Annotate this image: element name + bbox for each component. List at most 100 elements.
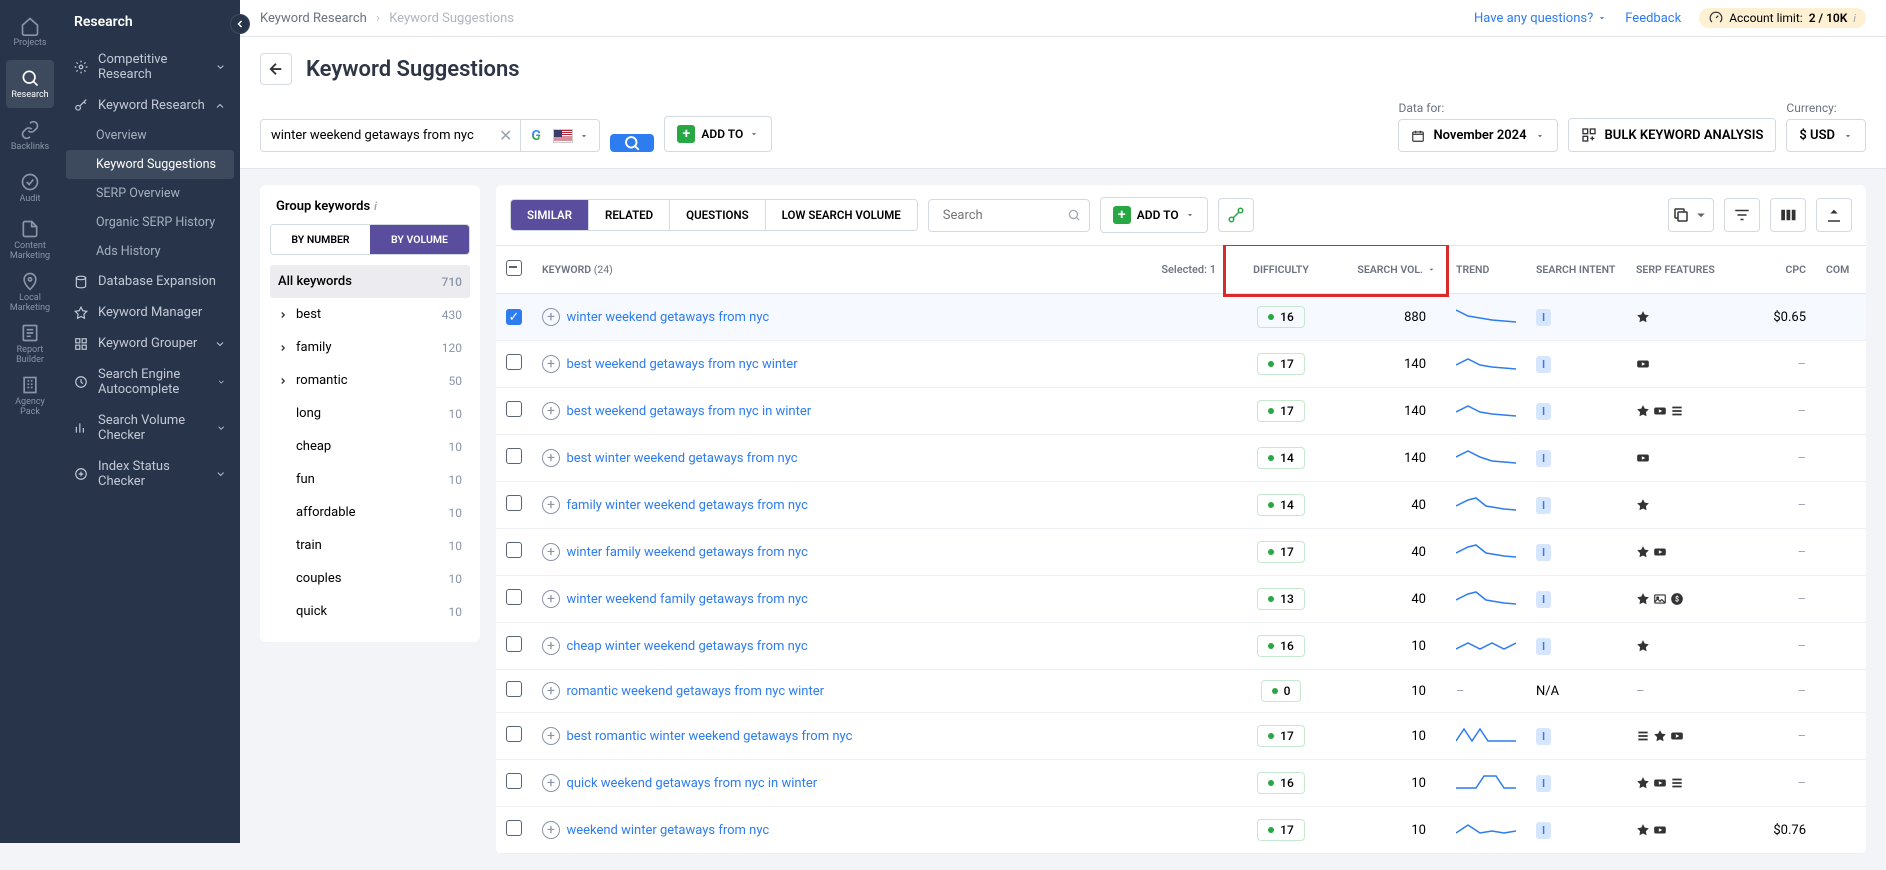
tab-low-search-volume[interactable]: LOW SEARCH VOLUME <box>766 200 917 230</box>
expand-row-button[interactable]: + <box>542 355 560 373</box>
keyword-link[interactable]: winter weekend family getaways from nyc <box>566 592 807 607</box>
group-row-long[interactable]: long10 <box>270 397 470 430</box>
keyword-link[interactable]: best romantic winter weekend getaways fr… <box>566 729 852 744</box>
tab-similar[interactable]: SIMILAR <box>511 200 589 230</box>
rail-item-report-builder[interactable]: Report Builder <box>6 320 54 368</box>
keyword-link[interactable]: family winter weekend getaways from nyc <box>566 498 807 513</box>
select-all-checkbox[interactable] <box>506 260 522 276</box>
tab-related[interactable]: RELATED <box>589 200 670 230</box>
group-row-family[interactable]: family120 <box>270 331 470 364</box>
col-trend[interactable]: TREND <box>1446 246 1526 294</box>
expand-row-button[interactable]: + <box>542 682 560 700</box>
nav-sub-ads-history[interactable]: Ads History <box>60 237 240 266</box>
nav-sub-organic-serp-history[interactable]: Organic SERP History <box>60 208 240 237</box>
keyword-link[interactable]: quick weekend getaways from nyc in winte… <box>566 776 817 791</box>
keyword-link[interactable]: winter weekend getaways from nyc <box>566 310 769 325</box>
expand-row-button[interactable]: + <box>542 543 560 561</box>
expand-row-button[interactable]: + <box>542 821 560 839</box>
table-search-input[interactable] <box>937 200 1067 231</box>
info-icon[interactable]: i <box>374 200 377 213</box>
nav-group-search-engine-autocomplete[interactable]: Search Engine Autocomplete <box>60 359 240 405</box>
row-checkbox[interactable] <box>506 354 522 370</box>
row-checkbox[interactable] <box>506 401 522 417</box>
rail-item-research[interactable]: Research <box>6 60 54 108</box>
group-row-best[interactable]: best430 <box>270 298 470 331</box>
tab-questions[interactable]: QUESTIONS <box>670 200 765 230</box>
expand-row-button[interactable]: + <box>542 774 560 792</box>
group-row-fun[interactable]: fun10 <box>270 463 470 496</box>
nav-sub-overview[interactable]: Overview <box>60 121 240 150</box>
account-limit-badge[interactable]: Account limit: 2 / 10K i <box>1699 8 1866 28</box>
keyword-link[interactable]: best weekend getaways from nyc winter <box>566 357 797 372</box>
group-row-couples[interactable]: couples10 <box>270 562 470 595</box>
feedback-link[interactable]: Feedback <box>1625 11 1681 26</box>
date-selector[interactable]: November 2024 <box>1398 119 1557 152</box>
row-checkbox[interactable] <box>506 726 522 742</box>
group-row-train[interactable]: train10 <box>270 529 470 562</box>
rail-item-backlinks[interactable]: Backlinks <box>6 112 54 160</box>
search-button[interactable] <box>610 134 654 152</box>
keyword-link[interactable]: best weekend getaways from nyc in winter <box>566 404 811 419</box>
row-checkbox[interactable]: ✓ <box>506 309 522 325</box>
row-checkbox[interactable] <box>506 495 522 511</box>
nav-group-index-status-checker[interactable]: Index Status Checker <box>60 451 240 497</box>
col-features[interactable]: SERP FEATURES <box>1626 246 1746 294</box>
back-button[interactable] <box>260 53 292 85</box>
nav-group-competitive-research[interactable]: Competitive Research <box>60 44 240 90</box>
row-checkbox[interactable] <box>506 681 522 697</box>
bulk-analysis-button[interactable]: BULK KEYWORD ANALYSIS <box>1568 118 1777 152</box>
keyword-link[interactable]: cheap winter weekend getaways from nyc <box>566 639 807 654</box>
row-checkbox[interactable] <box>506 448 522 464</box>
row-checkbox[interactable] <box>506 542 522 558</box>
keyword-input[interactable] <box>261 120 491 151</box>
col-cpc[interactable]: CPC <box>1746 246 1816 294</box>
clear-input-button[interactable]: ✕ <box>491 120 520 151</box>
row-checkbox[interactable] <box>506 820 522 836</box>
expand-row-button[interactable]: + <box>542 308 560 326</box>
currency-selector[interactable]: $ USD <box>1786 119 1866 152</box>
expand-row-button[interactable]: + <box>542 496 560 514</box>
columns-button[interactable] <box>1770 198 1806 232</box>
rail-item-projects[interactable]: Projects <box>6 8 54 56</box>
col-competition[interactable]: COM <box>1816 246 1866 294</box>
keyword-link[interactable]: winter family weekend getaways from nyc <box>566 545 807 560</box>
col-keyword[interactable]: KEYWORD (24) <box>542 263 613 276</box>
breadcrumb-link[interactable]: Keyword Research <box>260 11 367 26</box>
row-checkbox[interactable] <box>506 773 522 789</box>
expand-row-button[interactable]: + <box>542 637 560 655</box>
expand-row-button[interactable]: + <box>542 727 560 745</box>
keyword-link[interactable]: weekend winter getaways from nyc <box>566 823 769 838</box>
add-to-button-table[interactable]: + ADD TO <box>1100 197 1208 233</box>
all-keywords-row[interactable]: All keywords 710 <box>270 265 470 298</box>
row-checkbox[interactable] <box>506 636 522 652</box>
row-checkbox[interactable] <box>506 589 522 605</box>
connector-button[interactable] <box>1218 198 1254 232</box>
expand-row-button[interactable]: + <box>542 402 560 420</box>
keyword-link[interactable]: best winter weekend getaways from nyc <box>566 451 797 466</box>
nav-sub-serp-overview[interactable]: SERP Overview <box>60 179 240 208</box>
nav-group-keyword-grouper[interactable]: Keyword Grouper <box>60 328 240 359</box>
nav-group-keyword-research[interactable]: Keyword Research <box>60 90 240 121</box>
by-volume-toggle[interactable]: BY VOLUME <box>370 225 469 254</box>
group-row-affordable[interactable]: affordable10 <box>270 496 470 529</box>
col-intent[interactable]: SEARCH INTENT <box>1526 246 1626 294</box>
export-button[interactable] <box>1816 198 1852 232</box>
add-to-button-header[interactable]: + ADD TO <box>664 116 772 152</box>
questions-link[interactable]: Have any questions? <box>1474 11 1607 26</box>
keyword-link[interactable]: romantic weekend getaways from nyc winte… <box>566 684 824 699</box>
rail-item-content-marketing[interactable]: Content Marketing <box>6 216 54 264</box>
rail-item-local-marketing[interactable]: Local Marketing <box>6 268 54 316</box>
nav-group-keyword-manager[interactable]: Keyword Manager <box>60 297 240 328</box>
rail-item-agency-pack[interactable]: Agency Pack <box>6 372 54 420</box>
rail-item-audit[interactable]: Audit <box>6 164 54 212</box>
by-number-toggle[interactable]: BY NUMBER <box>271 225 370 254</box>
expand-row-button[interactable]: + <box>542 449 560 467</box>
filter-button[interactable] <box>1724 198 1760 232</box>
nav-sub-keyword-suggestions[interactable]: Keyword Suggestions <box>66 150 234 179</box>
group-row-quick[interactable]: quick10 <box>270 595 470 628</box>
group-row-cheap[interactable]: cheap10 <box>270 430 470 463</box>
nav-group-database-expansion[interactable]: Database Expansion <box>60 266 240 297</box>
sidenav-collapse-button[interactable] <box>230 14 250 34</box>
engine-selector[interactable]: G <box>520 120 599 151</box>
nav-group-search-volume-checker[interactable]: Search Volume Checker <box>60 405 240 451</box>
